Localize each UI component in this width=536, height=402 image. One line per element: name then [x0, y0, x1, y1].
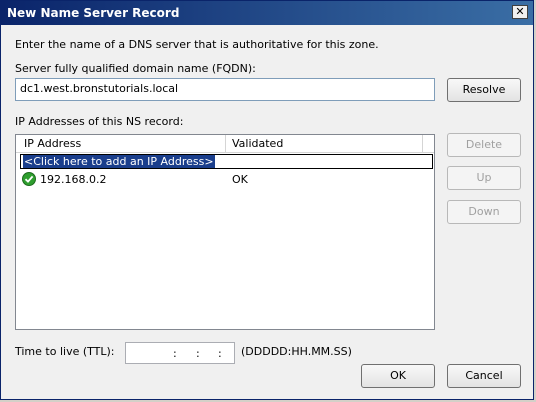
add-ip-address-row[interactable]: <Click here to add an IP Address> — [20, 154, 433, 169]
column-header-ip-address[interactable]: IP Address — [24, 137, 81, 150]
title-bar: New Name Server Record ✕ — [1, 1, 533, 25]
ip-address-list[interactable]: IP Address Validated <Click here to add … — [15, 134, 435, 330]
column-header-validated[interactable]: Validated — [232, 137, 283, 150]
green-check-icon — [22, 172, 36, 186]
ip-list-label: IP Addresses of this NS record: — [15, 115, 184, 128]
ttl-label: Time to live (TTL): — [15, 345, 115, 358]
ip-address-value: 192.168.0.2 — [40, 173, 107, 186]
cancel-button[interactable]: Cancel — [447, 364, 521, 388]
intro-text: Enter the name of a DNS server that is a… — [15, 38, 379, 51]
resolve-button[interactable]: Resolve — [447, 78, 521, 102]
add-ip-placeholder: <Click here to add an IP Address> — [23, 155, 215, 168]
column-separator[interactable] — [225, 135, 226, 152]
window-title: New Name Server Record — [7, 6, 180, 20]
delete-button[interactable]: Delete — [447, 133, 521, 157]
ttl-input[interactable]: : : : — [125, 342, 235, 364]
list-item[interactable]: 192.168.0.2 OK — [20, 171, 430, 187]
ttl-separator: : — [196, 347, 200, 360]
fqdn-value: dc1.west.bronstutorials.local — [20, 82, 179, 95]
ttl-format-hint: (DDDDD:HH.MM.SS) — [241, 345, 352, 358]
down-button[interactable]: Down — [447, 200, 521, 224]
fqdn-label: Server fully qualified domain name (FQDN… — [15, 62, 256, 75]
dialog-window: New Name Server Record ✕ Enter the name … — [0, 0, 534, 400]
close-button[interactable]: ✕ — [512, 5, 528, 19]
ok-button[interactable]: OK — [361, 364, 435, 388]
list-header: IP Address Validated — [16, 135, 434, 153]
column-separator[interactable] — [422, 135, 423, 152]
up-button[interactable]: Up — [447, 166, 521, 190]
close-icon: ✕ — [515, 5, 525, 18]
ttl-separator: : — [173, 347, 177, 360]
validated-value: OK — [232, 173, 248, 186]
ttl-separator: : — [218, 347, 222, 360]
fqdn-input[interactable]: dc1.west.bronstutorials.local — [15, 78, 435, 101]
